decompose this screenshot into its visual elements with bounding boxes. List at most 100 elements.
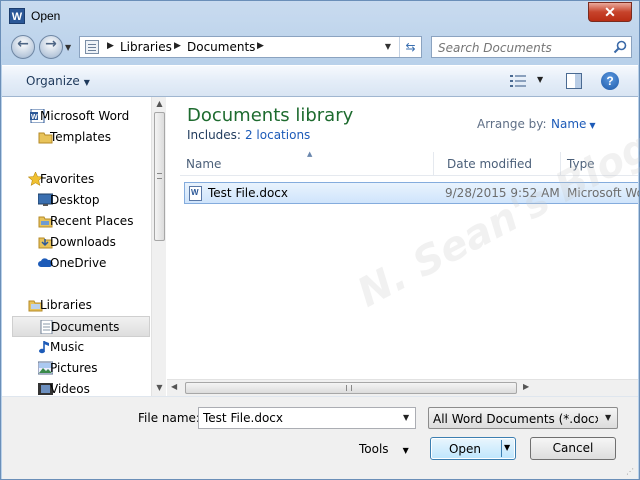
breadcrumb-separator-icon[interactable]: ▶ [107, 41, 114, 51]
file-date-modified: 9/28/2015 9:52 AM [445, 186, 560, 200]
sidebar-item-label: Videos [50, 382, 90, 396]
scroll-left-icon[interactable]: ◀ [171, 382, 177, 391]
view-options-icon[interactable] [510, 75, 526, 87]
cancel-button[interactable]: Cancel [530, 437, 616, 460]
column-header-type[interactable]: Type [567, 157, 595, 171]
arrange-by-value: Name [551, 117, 587, 131]
library-includes: Includes: 2 locations [187, 128, 310, 142]
title-bar: W Open ✕ [1, 1, 639, 31]
sidebar-item-microsoft-word[interactable]: W Microsoft Word [12, 106, 150, 127]
sidebar-item-music[interactable]: Music [12, 337, 150, 358]
sidebar-item-label: Favorites [40, 172, 95, 186]
sidebar-item-label: Templates [50, 130, 112, 144]
locations-link[interactable]: 2 locations [245, 128, 310, 142]
chevron-down-icon: ▼ [589, 121, 596, 130]
open-dialog-window: W Open ✕ ← → ▼ ▶ Libraries ▶ Documents ▶… [0, 0, 640, 480]
help-icon[interactable]: ? [601, 72, 619, 90]
search-icon[interactable] [613, 40, 627, 54]
chevron-down-icon[interactable]: ▼ [403, 413, 409, 422]
scroll-right-icon[interactable]: ▶ [523, 382, 529, 391]
column-header-name[interactable]: Name [186, 157, 221, 171]
sidebar-item-label: Recent Places [50, 214, 134, 228]
sidebar-item-libraries[interactable]: Libraries [12, 295, 150, 316]
breadcrumb-documents[interactable]: Documents [187, 40, 255, 54]
chevron-down-icon: ▼ [605, 413, 612, 422]
column-headers: ▲ Name Date modified Type [180, 150, 638, 176]
sidebar-item-downloads[interactable]: Downloads [12, 232, 150, 253]
arrange-by-dropdown[interactable]: Name ▼ [551, 117, 596, 131]
breadcrumb-separator-icon[interactable]: ▶ [174, 41, 181, 51]
sidebar-item-favorites[interactable]: Favorites [12, 169, 150, 190]
svg-text:W: W [31, 114, 38, 121]
open-label: Open [448, 442, 482, 456]
sidebar-item-label: Downloads [50, 235, 116, 249]
scrollbar-thumb[interactable] [154, 112, 165, 241]
sidebar-item-label: Desktop [50, 193, 100, 207]
tools-button[interactable]: Tools ▼ [359, 442, 409, 456]
file-list-pane: Documents library Includes: 2 locations A… [167, 97, 640, 396]
address-bar[interactable]: ▶ Libraries ▶ Documents ▶ ▼ ⇆ [79, 36, 422, 58]
file-name-input[interactable] [203, 411, 393, 425]
sidebar-item-templates[interactable]: Templates [12, 127, 150, 148]
command-bar: Organize ▼ ▼ ? [2, 65, 638, 97]
grip-icon [346, 385, 352, 391]
preview-pane-icon[interactable] [566, 73, 582, 89]
column-header-date-modified[interactable]: Date modified [447, 157, 532, 171]
close-button[interactable]: ✕ [588, 2, 632, 22]
search-input[interactable] [438, 41, 608, 55]
file-type: Microsoft Word [567, 186, 639, 200]
search-box[interactable] [431, 36, 632, 58]
sidebar-item-desktop[interactable]: Desktop [12, 190, 150, 211]
forward-button[interactable]: → [39, 35, 63, 59]
column-divider[interactable] [433, 152, 434, 176]
sidebar-item-label: OneDrive [50, 256, 107, 270]
navigation-pane-scrollbar[interactable]: ▲ ▼ [151, 97, 166, 396]
table-row[interactable]: Test File.docx 9/28/2015 9:52 AM Microso… [184, 182, 639, 204]
word-app-icon: W [9, 8, 25, 24]
address-dropdown-icon[interactable]: ▼ [381, 40, 395, 54]
sidebar-item-pictures[interactable]: Pictures [12, 358, 150, 379]
column-divider[interactable] [560, 152, 561, 176]
open-options-dropdown-icon[interactable]: ▼ [504, 443, 510, 452]
view-dropdown-icon[interactable]: ▼ [537, 75, 543, 84]
chevron-down-icon: ▼ [402, 446, 409, 455]
sidebar-item-label: Documents [51, 320, 120, 334]
sidebar-item-label: Microsoft Word [40, 109, 130, 123]
file-name-label: File name: [138, 411, 200, 425]
open-button[interactable]: Open ▼ [430, 437, 516, 460]
refresh-icon[interactable]: ⇆ [399, 37, 421, 57]
sidebar-item-onedrive[interactable]: OneDrive [12, 253, 150, 274]
scrollbar-thumb[interactable] [185, 382, 517, 394]
sort-ascending-icon: ▲ [307, 150, 313, 158]
tools-label: Tools [359, 442, 389, 456]
breadcrumb-libraries[interactable]: Libraries [120, 40, 172, 54]
file-type-value: All Word Documents (*.docx;*.docm) [433, 412, 598, 426]
grip-icon [157, 173, 162, 179]
word-document-icon [189, 186, 202, 201]
split-divider [501, 440, 502, 457]
file-name: Test File.docx [208, 186, 288, 200]
location-icon [85, 40, 99, 54]
navigation-pane: W Microsoft Word Templates Favorites Des… [2, 97, 166, 396]
library-title: Documents library [187, 105, 354, 126]
file-name-combobox[interactable]: ▼ [198, 407, 416, 429]
sidebar-item-recent-places[interactable]: Recent Places [12, 211, 150, 232]
arrange-by-label: Arrange by: [477, 117, 547, 131]
file-type-select[interactable]: All Word Documents (*.docx;*.docm) ▼ [428, 407, 618, 429]
sidebar-item-label: Pictures [50, 361, 98, 375]
resize-grip-icon[interactable]: ⋰ [626, 467, 636, 477]
back-arrow-icon: ← [17, 36, 29, 52]
scroll-down-icon[interactable]: ▼ [152, 383, 167, 392]
file-list-horizontal-scrollbar[interactable]: ◀ ▶ [167, 379, 638, 396]
sidebar-item-label: Music [50, 340, 85, 354]
sidebar-item-documents[interactable]: Documents [12, 316, 150, 337]
recent-locations-dropdown[interactable]: ▼ [65, 43, 71, 52]
window-title: Open [31, 9, 61, 23]
breadcrumb-separator-icon[interactable]: ▶ [257, 41, 264, 51]
back-button[interactable]: ← [11, 35, 35, 59]
organize-button[interactable]: Organize ▼ [26, 74, 90, 88]
scroll-up-icon[interactable]: ▲ [152, 99, 167, 108]
main-area: W Microsoft Word Templates Favorites Des… [2, 97, 640, 396]
dialog-footer: File name: ▼ All Word Documents (*.docx;… [2, 396, 638, 479]
forward-arrow-icon: → [45, 36, 57, 52]
